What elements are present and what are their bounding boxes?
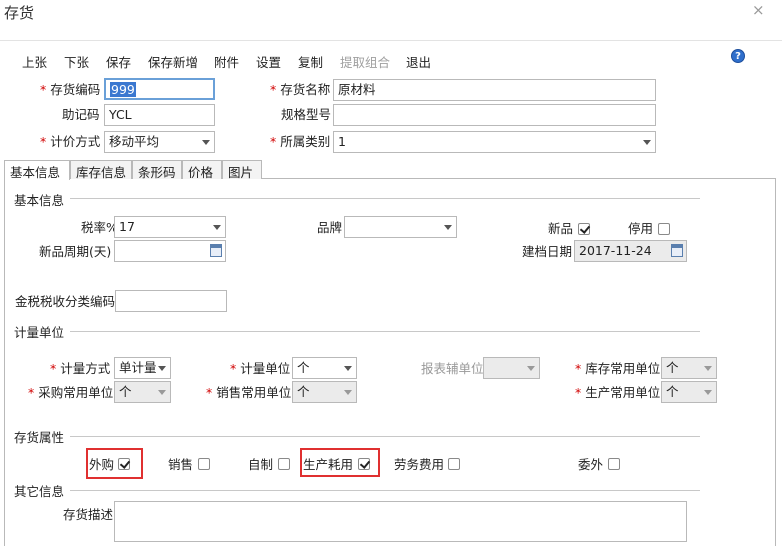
tab-price[interactable]: 价格 (182, 160, 222, 180)
method-label: * 计量方式 (50, 361, 111, 376)
next-button[interactable]: 下张 (64, 52, 89, 71)
created-date-label: 建档日期 (522, 244, 573, 259)
disabled-checkbox[interactable] (658, 223, 670, 235)
new-product-label: 新品 (548, 221, 574, 236)
purchase-unit-select[interactable]: 个 (114, 381, 171, 403)
tax-rate-label: 税率% (81, 220, 118, 235)
section-other: 其它信息 (14, 484, 65, 499)
attr-purchased-label: 外购 (89, 457, 115, 472)
sales-unit-select[interactable]: 个 (292, 381, 357, 403)
mnemonic-label: 助记码 (62, 107, 100, 122)
unit-select[interactable]: 个 (292, 357, 357, 379)
valuation-select[interactable]: 移动平均 (104, 131, 215, 153)
code-label: * 存货编码 (40, 82, 101, 97)
valuation-label: * 计价方式 (40, 134, 101, 149)
stock-unit-select[interactable]: 个 (661, 357, 717, 379)
new-product-checkbox[interactable] (578, 223, 590, 235)
attr-labor-label: 劳务费用 (394, 457, 445, 472)
chevron-down-icon (444, 225, 452, 230)
calendar-icon[interactable] (671, 244, 683, 257)
attachment-button[interactable]: 附件 (214, 52, 239, 71)
production-unit-label: * 生产常用单位 (575, 385, 661, 400)
created-date-input[interactable]: 2017-11-24 (574, 240, 687, 262)
save-button[interactable]: 保存 (106, 52, 131, 71)
attr-purchased-checkbox[interactable] (118, 458, 130, 470)
chevron-down-icon (704, 366, 712, 371)
exit-button[interactable]: 退出 (406, 52, 431, 71)
attr-self-made-checkbox[interactable] (278, 458, 290, 470)
name-input[interactable]: 原材料 (333, 79, 656, 101)
close-icon[interactable]: × (752, 1, 765, 19)
spec-label: 规格型号 (281, 107, 332, 122)
category-select[interactable]: 1 (333, 131, 656, 153)
extract-combo-button: 提取组合 (340, 55, 391, 70)
copy-button[interactable]: 复制 (298, 52, 323, 71)
tab-barcode[interactable]: 条形码 (132, 160, 182, 180)
attr-production-checkbox[interactable] (358, 458, 370, 470)
attr-outsourced-checkbox[interactable] (608, 458, 620, 470)
description-label: 存货描述 (63, 507, 114, 522)
spec-input[interactable] (333, 104, 656, 126)
disabled-label: 停用 (628, 221, 654, 236)
method-select[interactable]: 单计量 (114, 357, 171, 379)
chevron-down-icon (158, 390, 166, 395)
new-period-input[interactable] (114, 240, 226, 262)
production-unit-select[interactable]: 个 (661, 381, 717, 403)
section-basic-info: 基本信息 (14, 193, 65, 208)
category-label: * 所属类别 (270, 134, 331, 149)
tab-image[interactable]: 图片 (222, 160, 262, 180)
report-aux-label: 报表辅单位 (421, 361, 484, 376)
section-divider (70, 331, 700, 332)
attr-production-label: 生产耗用 (303, 457, 354, 472)
chevron-down-icon (704, 390, 712, 395)
attr-self-made-label: 自制 (248, 457, 274, 472)
chevron-down-icon (344, 366, 352, 371)
mnemonic-input[interactable]: YCL (104, 104, 215, 126)
chevron-down-icon (213, 225, 221, 230)
section-attributes: 存货属性 (14, 430, 65, 445)
attr-outsourced-label: 委外 (578, 457, 604, 472)
tax-code-label: 金税税收分类编码 (15, 294, 116, 309)
brand-select[interactable] (344, 216, 457, 238)
attr-labor-checkbox[interactable] (448, 458, 460, 470)
section-units: 计量单位 (14, 325, 65, 340)
brand-label: 品牌 (317, 220, 343, 235)
save-and-new-button[interactable]: 保存新增 (148, 52, 198, 71)
unit-label: * 计量单位 (230, 361, 291, 376)
help-icon[interactable]: ? (731, 49, 745, 63)
tab-basic-info[interactable]: 基本信息 (4, 160, 70, 180)
section-divider (70, 198, 700, 199)
tab-inventory-info[interactable]: 库存信息 (70, 160, 132, 180)
chevron-down-icon (527, 366, 535, 371)
chevron-down-icon (344, 390, 352, 395)
description-textarea[interactable] (114, 501, 687, 542)
new-period-label: 新品周期(天) (39, 244, 112, 259)
attr-sales-checkbox[interactable] (198, 458, 210, 470)
settings-button[interactable]: 设置 (256, 52, 281, 71)
section-divider (70, 436, 700, 437)
stock-unit-label: * 库存常用单位 (575, 361, 661, 376)
purchase-unit-label: * 采购常用单位 (28, 385, 114, 400)
tax-rate-select[interactable]: 17 (114, 216, 226, 238)
name-label: * 存货名称 (270, 82, 331, 97)
chevron-down-icon (202, 140, 210, 145)
window-title: 存货 (4, 4, 35, 22)
section-divider (70, 490, 700, 491)
calendar-icon[interactable] (210, 244, 222, 257)
report-aux-select (483, 357, 540, 379)
prev-button[interactable]: 上张 (22, 52, 47, 71)
chevron-down-icon (158, 366, 166, 371)
attr-sales-label: 销售 (168, 457, 194, 472)
sales-unit-label: * 销售常用单位 (206, 385, 292, 400)
code-input[interactable]: 999 (104, 78, 215, 100)
chevron-down-icon (643, 140, 651, 145)
tax-code-input[interactable] (115, 290, 227, 312)
